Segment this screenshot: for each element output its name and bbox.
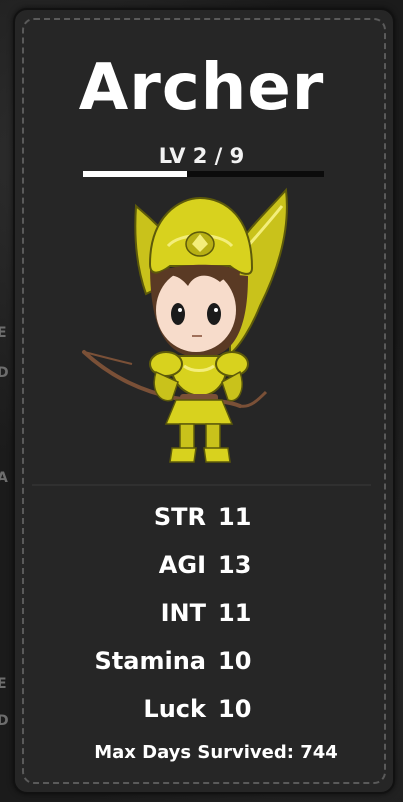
background-edge-letter: E [0,676,7,692]
card-divider [32,484,371,486]
stat-label: Luck [143,695,206,723]
stat-label: INT [160,599,206,627]
stat-value: 11 [218,599,252,627]
level-label: LV 2 / 9 [158,144,245,168]
background-edge-letter: A [0,470,8,486]
stat-value: 11 [218,503,252,531]
character-name: Archer [78,51,325,125]
stat-row-int: INT 11 [0,596,403,630]
stat-row-str: STR 11 [0,500,403,534]
stat-label: STR [153,503,206,531]
stat-value: 10 [218,647,252,675]
stat-row-luck: Luck 10 [0,692,403,726]
background-edge-letter: E [0,325,7,341]
max-days-survived: Max Days Survived: 744 [94,742,338,763]
stat-label: Stamina [94,647,206,675]
stat-row-agi: AGI 13 [0,548,403,582]
level-progress-fill [83,171,187,177]
stat-row-stamina: Stamina 10 [0,644,403,678]
background-edge-letter: D [0,365,9,381]
stat-label: AGI [158,551,206,579]
level-progress-bar [83,171,324,177]
stat-value: 10 [218,695,252,723]
stat-value: 13 [218,551,252,579]
archer-portrait [82,187,288,463]
